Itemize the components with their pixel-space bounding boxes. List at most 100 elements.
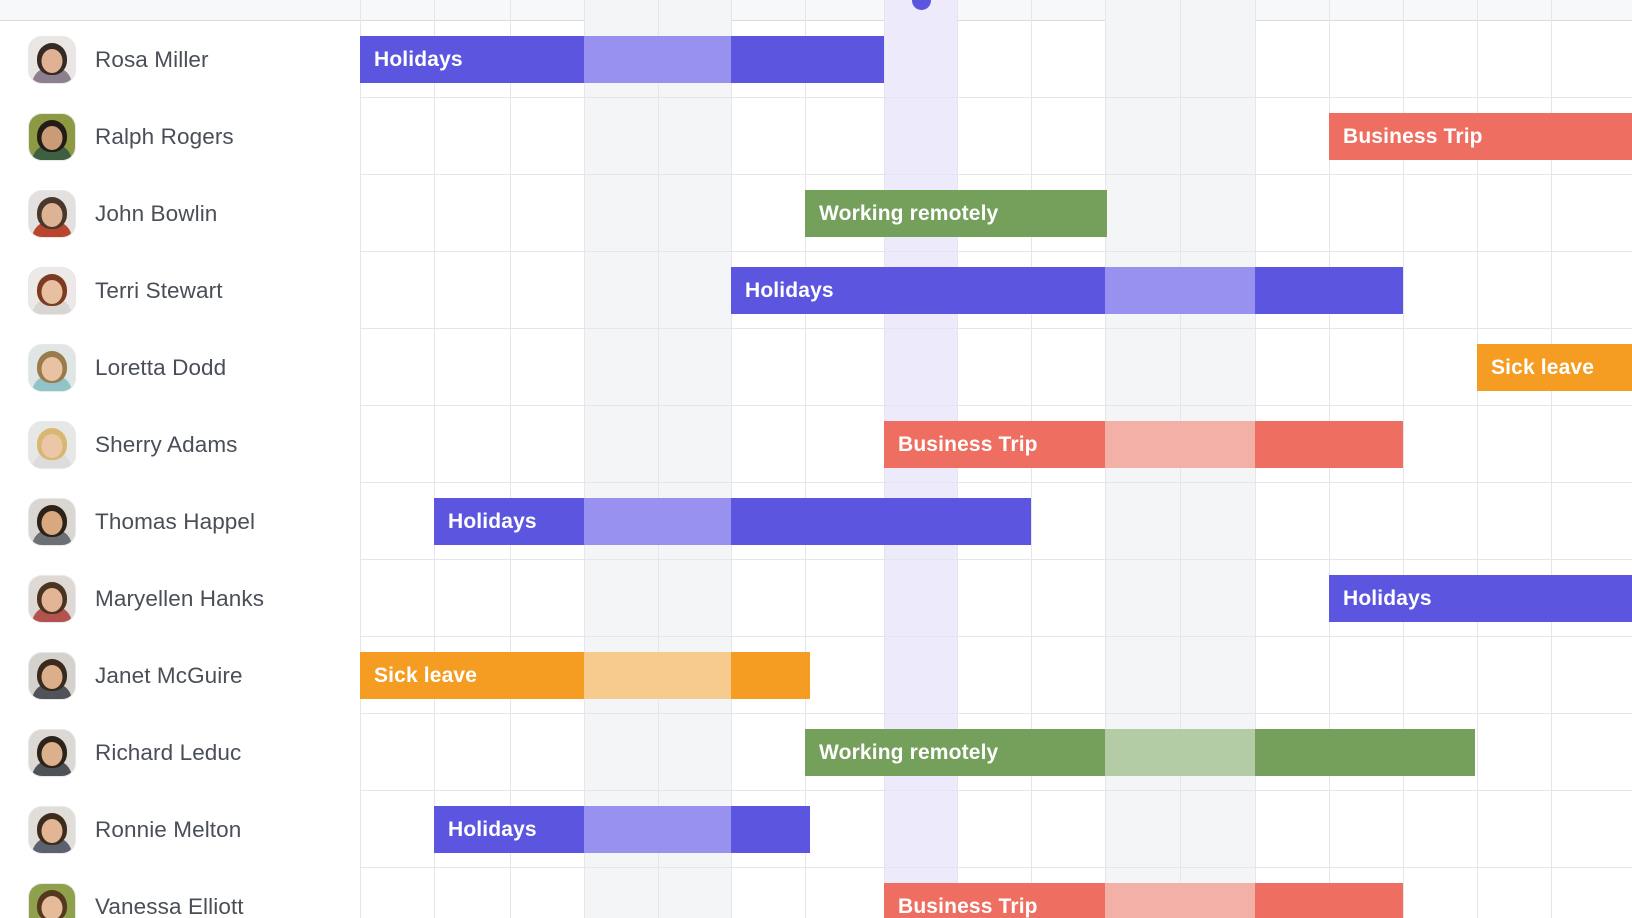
- event-bar-label: Holidays: [374, 47, 463, 71]
- person-cell[interactable]: Thomas Happel: [0, 483, 360, 560]
- person-name: Vanessa Elliott: [95, 893, 244, 918]
- absence-timeline: Rosa Miller Holidays Ralph Rogers Business …: [0, 0, 1632, 918]
- avatar: [28, 420, 76, 469]
- event-bar[interactable]: Holidays: [434, 498, 1031, 545]
- person-name: Thomas Happel: [95, 508, 256, 534]
- person-name: Loretta Dodd: [95, 354, 227, 380]
- event-bar-segment: [1105, 883, 1255, 918]
- event-bar[interactable]: Business Trip: [1329, 113, 1632, 160]
- event-bar-segment: [731, 498, 1031, 545]
- event-lane: Working remotely: [360, 175, 1632, 252]
- event-bar-label: Holidays: [745, 278, 834, 302]
- event-bar-segment: [1255, 421, 1403, 468]
- person-cell[interactable]: Richard Leduc: [0, 714, 360, 791]
- event-bar-label: Working remotely: [819, 201, 999, 225]
- event-bar[interactable]: Sick leave: [360, 652, 810, 699]
- avatar: [28, 882, 76, 918]
- person-cell[interactable]: Janet McGuire: [0, 637, 360, 714]
- event-bar-segment: [584, 806, 731, 853]
- timeline-row[interactable]: Sherry Adams Business Trip: [0, 406, 1632, 483]
- timeline-row[interactable]: Rosa Miller Holidays: [0, 21, 1632, 98]
- timeline-row[interactable]: Vanessa Elliott Business Trip: [0, 868, 1632, 918]
- avatar: [28, 497, 76, 546]
- person-cell[interactable]: Loretta Dodd: [0, 329, 360, 406]
- event-lane: Business Trip: [360, 98, 1632, 175]
- event-bar[interactable]: Holidays: [434, 806, 810, 853]
- avatar: [28, 112, 76, 161]
- event-bar-label: Business Trip: [898, 432, 1038, 456]
- timeline-row[interactable]: Maryellen Hanks Holidays: [0, 560, 1632, 637]
- timeline-rows: Rosa Miller Holidays Ralph Rogers Business …: [0, 21, 1632, 918]
- event-bar[interactable]: Working remotely: [805, 729, 1475, 776]
- event-bar[interactable]: Sick leave: [1477, 344, 1632, 391]
- event-lane: Sick leave: [360, 637, 1632, 714]
- event-lane: Business Trip: [360, 868, 1632, 918]
- event-bar-segment: [731, 36, 884, 83]
- event-bar-segment: [1105, 729, 1255, 776]
- event-lane: Sick leave: [360, 329, 1632, 406]
- person-cell[interactable]: Maryellen Hanks: [0, 560, 360, 637]
- event-bar-segment: [1255, 883, 1403, 918]
- timeline-header-strip: [0, 0, 1632, 21]
- avatar: [28, 266, 76, 315]
- person-name: Sherry Adams: [95, 431, 238, 457]
- event-bar[interactable]: Working remotely: [805, 190, 1107, 237]
- event-lane: Holidays: [360, 560, 1632, 637]
- person-name: Janet McGuire: [95, 662, 243, 688]
- person-name: Terri Stewart: [95, 277, 223, 303]
- event-bar[interactable]: Holidays: [1329, 575, 1632, 622]
- person-name: Rosa Miller: [95, 46, 209, 72]
- event-lane: Holidays: [360, 252, 1632, 329]
- event-bar-segment: [1105, 267, 1255, 314]
- event-bar-segment: [731, 806, 810, 853]
- event-bar[interactable]: Business Trip: [884, 421, 1403, 468]
- event-bar-segment: [584, 498, 731, 545]
- timeline-row[interactable]: Thomas Happel Holidays: [0, 483, 1632, 560]
- event-bar-label: Business Trip: [898, 894, 1038, 918]
- event-bar-label: Holidays: [448, 509, 537, 533]
- person-cell[interactable]: John Bowlin: [0, 175, 360, 252]
- event-lane: Holidays: [360, 21, 1632, 98]
- timeline-row[interactable]: Terri Stewart Holidays: [0, 252, 1632, 329]
- timeline-row[interactable]: Ronnie Melton Holidays: [0, 791, 1632, 868]
- person-name: Maryellen Hanks: [95, 585, 265, 611]
- timeline-row[interactable]: Richard Leduc Working remotely: [0, 714, 1632, 791]
- event-bar-segment: [584, 652, 731, 699]
- avatar: [28, 343, 76, 392]
- avatar: [28, 574, 76, 623]
- event-bar-label: Sick leave: [374, 663, 478, 687]
- timeline-row[interactable]: Loretta Dodd Sick leave: [0, 329, 1632, 406]
- person-cell[interactable]: Sherry Adams: [0, 406, 360, 483]
- event-bar[interactable]: Holidays: [360, 36, 884, 83]
- timeline-row[interactable]: Janet McGuire Sick leave: [0, 637, 1632, 714]
- event-bar-label: Sick leave: [1491, 355, 1595, 379]
- avatar: [28, 805, 76, 854]
- person-cell[interactable]: Vanessa Elliott: [0, 868, 360, 918]
- person-cell[interactable]: Terri Stewart: [0, 252, 360, 329]
- event-bar-segment: [731, 652, 810, 699]
- person-cell[interactable]: Rosa Miller: [0, 21, 360, 98]
- event-bar-label: Holidays: [1343, 586, 1432, 610]
- person-name: Richard Leduc: [95, 739, 242, 765]
- avatar: [28, 728, 76, 777]
- event-bar-segment: [1105, 421, 1255, 468]
- avatar: [28, 189, 76, 238]
- event-bar-label: Business Trip: [1343, 124, 1483, 148]
- timeline-row[interactable]: Ralph Rogers Business Trip: [0, 98, 1632, 175]
- event-bar-segment: [1255, 729, 1475, 776]
- event-lane: Business Trip: [360, 406, 1632, 483]
- event-bar-label: Working remotely: [819, 740, 999, 764]
- event-bar-segment: [584, 36, 731, 83]
- person-name: John Bowlin: [95, 200, 218, 226]
- event-lane: Holidays: [360, 791, 1632, 868]
- avatar: [28, 35, 76, 84]
- person-cell[interactable]: Ronnie Melton: [0, 791, 360, 868]
- timeline-row[interactable]: John Bowlin Working remotely: [0, 175, 1632, 252]
- event-bar[interactable]: Business Trip: [884, 883, 1403, 918]
- event-bar-segment: [1255, 267, 1403, 314]
- event-bar[interactable]: Holidays: [731, 267, 1403, 314]
- avatar: [28, 651, 76, 700]
- event-lane: Working remotely: [360, 714, 1632, 791]
- person-cell[interactable]: Ralph Rogers: [0, 98, 360, 175]
- event-bar-label: Holidays: [448, 817, 537, 841]
